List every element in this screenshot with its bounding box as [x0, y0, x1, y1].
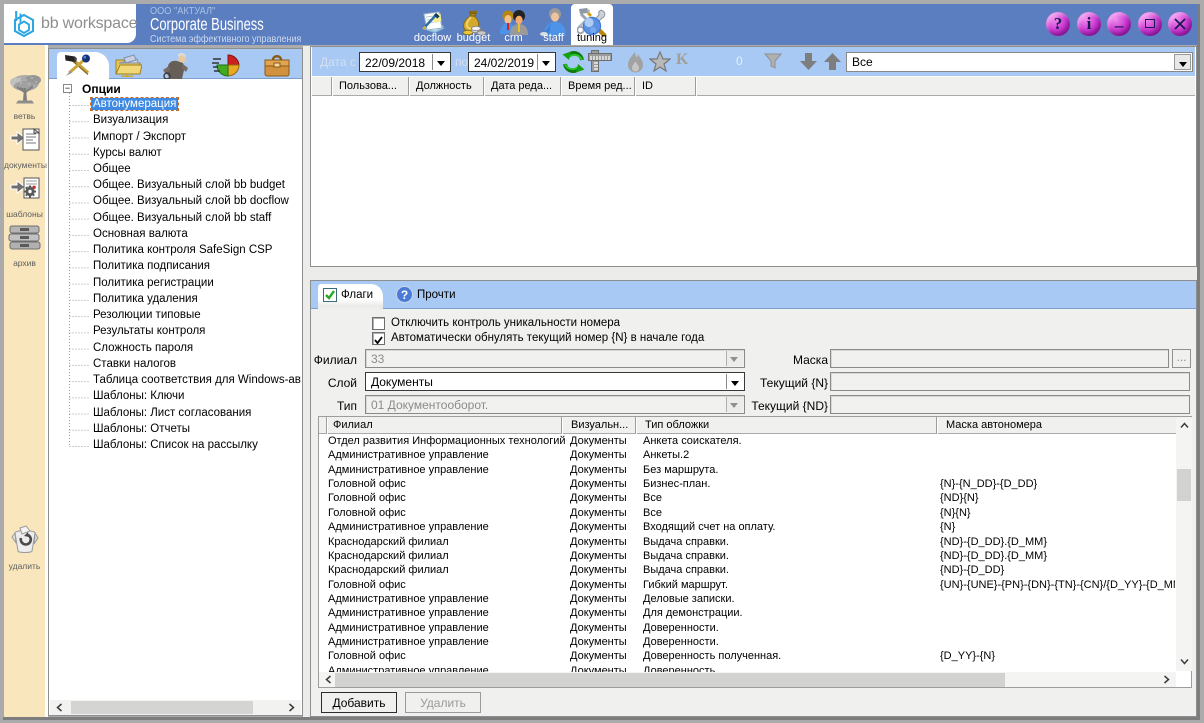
svg-text:?: ?	[401, 288, 408, 302]
